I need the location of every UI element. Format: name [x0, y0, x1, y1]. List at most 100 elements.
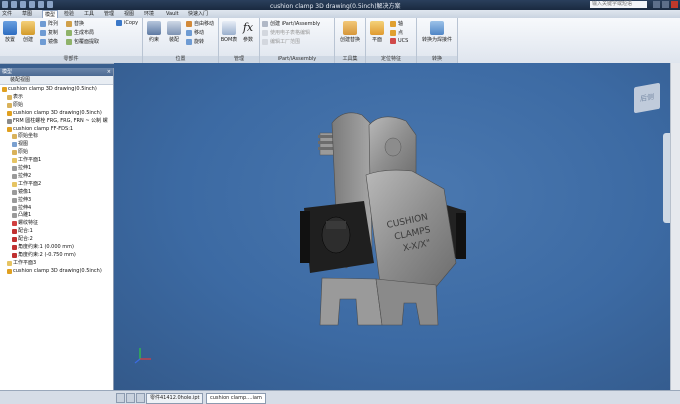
bom-icon: [222, 21, 236, 35]
app-menu-icon[interactable]: [2, 1, 8, 8]
tree-node-icon: [12, 181, 17, 187]
tree-node[interactable]: cushion clamp 3D drawing(0.5inch): [7, 268, 102, 275]
tree-node[interactable]: 拉伸2: [12, 173, 31, 180]
tab-environment[interactable]: 环境: [144, 10, 154, 18]
tree-node-label: 表示: [13, 93, 24, 100]
tree-node-label: cushion clamp 3D drawing(0.5inch): [13, 267, 102, 274]
tree-node[interactable]: 螺纹特征: [12, 220, 38, 227]
tab-list-icon[interactable]: [116, 393, 125, 403]
place-button[interactable]: 放置: [2, 21, 18, 43]
fx-icon: fx: [242, 21, 254, 34]
browser-view-dropdown[interactable]: 装配视图: [10, 77, 30, 83]
tree-node-icon: [12, 158, 17, 164]
tree-node[interactable]: 镜像1: [12, 189, 31, 196]
panel-label-tools: 工具集: [335, 56, 365, 63]
shrinkwrap-button[interactable]: 包覆面提取: [66, 38, 99, 45]
panel-convert: 转换为焊接件 转换: [417, 18, 458, 63]
ribbon-tabs: 文件 草图 模型 检验 工具 管理 视图 环境 Vault 快速入门: [0, 10, 680, 19]
create-icon: [21, 21, 35, 35]
tab-manage[interactable]: 管理: [104, 10, 114, 18]
tree-node[interactable]: 表示: [7, 94, 23, 101]
vertical-scrollbar[interactable]: [670, 63, 680, 390]
tree-node-label: 原始: [18, 149, 29, 156]
create-substitute-button[interactable]: 创建替换: [337, 21, 363, 43]
doc-tab-assembly[interactable]: cushion clamp....iam: [206, 393, 266, 404]
tab-cascade-icon[interactable]: [136, 393, 145, 403]
tree-node[interactable]: 工作平面3: [7, 260, 36, 267]
tree-node[interactable]: cushion clamp 3D drawing(0.5inch): [2, 86, 97, 93]
tree-node[interactable]: 拉伸4: [12, 205, 31, 212]
axis-button[interactable]: 轴: [390, 20, 403, 27]
undo-icon[interactable]: [38, 1, 44, 8]
rotate-button[interactable]: 旋转: [186, 38, 204, 45]
replace-button[interactable]: 替换: [66, 20, 84, 27]
redo-icon[interactable]: [47, 1, 53, 8]
doc-tab-part[interactable]: 零件41412.0hole.ipt: [146, 393, 204, 404]
tree-node[interactable]: 原始坐标: [12, 133, 38, 140]
open-icon[interactable]: [20, 1, 26, 8]
close-icon[interactable]: [671, 1, 678, 8]
create-button[interactable]: 创建: [20, 21, 36, 43]
tree-node[interactable]: 配合:1: [12, 228, 33, 235]
generate-layout-button[interactable]: 生成布局: [66, 29, 94, 36]
tree-node[interactable]: 视图: [12, 141, 28, 148]
copy-button[interactable]: 复制: [40, 29, 58, 36]
window-title: cushion clamp 3D drawing(0.5inch)解决方案: [270, 3, 401, 10]
create-ipart-button[interactable]: 创建 iPart/iAssembly: [262, 20, 320, 27]
tree-node[interactable]: 角度约束:1 (0.000 mm): [12, 244, 74, 251]
panel-tools: 创建替换 工具集: [335, 18, 366, 63]
quick-access-toolbar: [2, 1, 53, 8]
tree-node-icon: [12, 252, 17, 258]
array-button[interactable]: 阵列: [40, 20, 58, 27]
tab-inspect[interactable]: 检验: [64, 10, 74, 18]
tree-node[interactable]: 配合:2: [12, 236, 33, 243]
copy-icon: [40, 29, 46, 36]
maximize-icon[interactable]: [662, 1, 669, 8]
clamp-leg-left: [319, 277, 383, 326]
minimize-icon[interactable]: [653, 1, 660, 8]
tree-node[interactable]: 工作平面1: [12, 157, 41, 164]
tree-node[interactable]: 角度约束:2 (-0.750 mm): [12, 252, 76, 259]
layout-icon: [66, 29, 72, 36]
panel-label-ipart: iPart/iAssembly: [260, 56, 334, 63]
plane-button[interactable]: 平面: [368, 21, 386, 43]
tree-node[interactable]: 工作平面2: [12, 181, 41, 188]
assemble-button[interactable]: 装配: [165, 21, 183, 43]
tab-file[interactable]: 文件: [2, 10, 12, 18]
tab-getting-started[interactable]: 快速入门: [188, 10, 208, 18]
tree-node-label: 原始: [13, 101, 24, 108]
tab-sketch[interactable]: 草图: [22, 10, 32, 18]
icopy-button[interactable]: iCopy: [116, 20, 138, 26]
move-button[interactable]: 移动: [186, 29, 204, 36]
constrain-button[interactable]: 约束: [145, 21, 163, 43]
edit-spreadsheet-button[interactable]: 使用电子表格编辑: [262, 29, 310, 36]
tree-node[interactable]: 原始: [12, 149, 28, 156]
parameters-button[interactable]: fx 参数: [239, 21, 257, 43]
tab-tile-icon[interactable]: [126, 393, 135, 403]
tab-vault[interactable]: Vault: [166, 10, 179, 18]
new-icon[interactable]: [11, 1, 17, 8]
tree-node[interactable]: 凸雕1: [12, 212, 31, 219]
tab-tools[interactable]: 工具: [84, 10, 94, 18]
view-cube[interactable]: 后侧: [634, 82, 660, 114]
tree-node-label: 镜像1: [18, 188, 32, 195]
tree-node[interactable]: cushion clamp 3D drawing(0.5inch): [7, 110, 102, 117]
mirror-button[interactable]: 镜像: [40, 38, 58, 45]
tree-node[interactable]: 拉伸3: [12, 197, 31, 204]
tree-node[interactable]: 拉伸1: [12, 165, 31, 172]
tab-view[interactable]: 视图: [124, 10, 134, 18]
tree-node[interactable]: cushion clamp FF-FDS:1: [7, 126, 73, 133]
panel-manage: BOM表 fx 参数 管理: [219, 18, 260, 63]
point-button[interactable]: 点: [390, 29, 403, 36]
free-move-button[interactable]: 自由移动: [186, 20, 214, 27]
bom-button[interactable]: BOM表: [220, 21, 238, 43]
save-icon[interactable]: [29, 1, 35, 8]
browser-close-icon[interactable]: ×: [107, 68, 111, 76]
graphics-window[interactable]: CUSHION CLAMPS X-X/X" 后侧: [114, 63, 673, 390]
edit-factory-scope-button[interactable]: 编辑工厂范围: [262, 38, 300, 45]
ucs-button[interactable]: UCS: [390, 38, 408, 44]
tree-node[interactable]: 原始: [7, 102, 23, 109]
search-input[interactable]: 输入关键字或短语: [590, 1, 647, 8]
tree-node[interactable]: FRM 圆柱螺栓 FRG, FRG, FRN ~ 公制 螺: [7, 118, 108, 125]
convert-weldment-button[interactable]: 转换为焊接件: [419, 21, 455, 43]
